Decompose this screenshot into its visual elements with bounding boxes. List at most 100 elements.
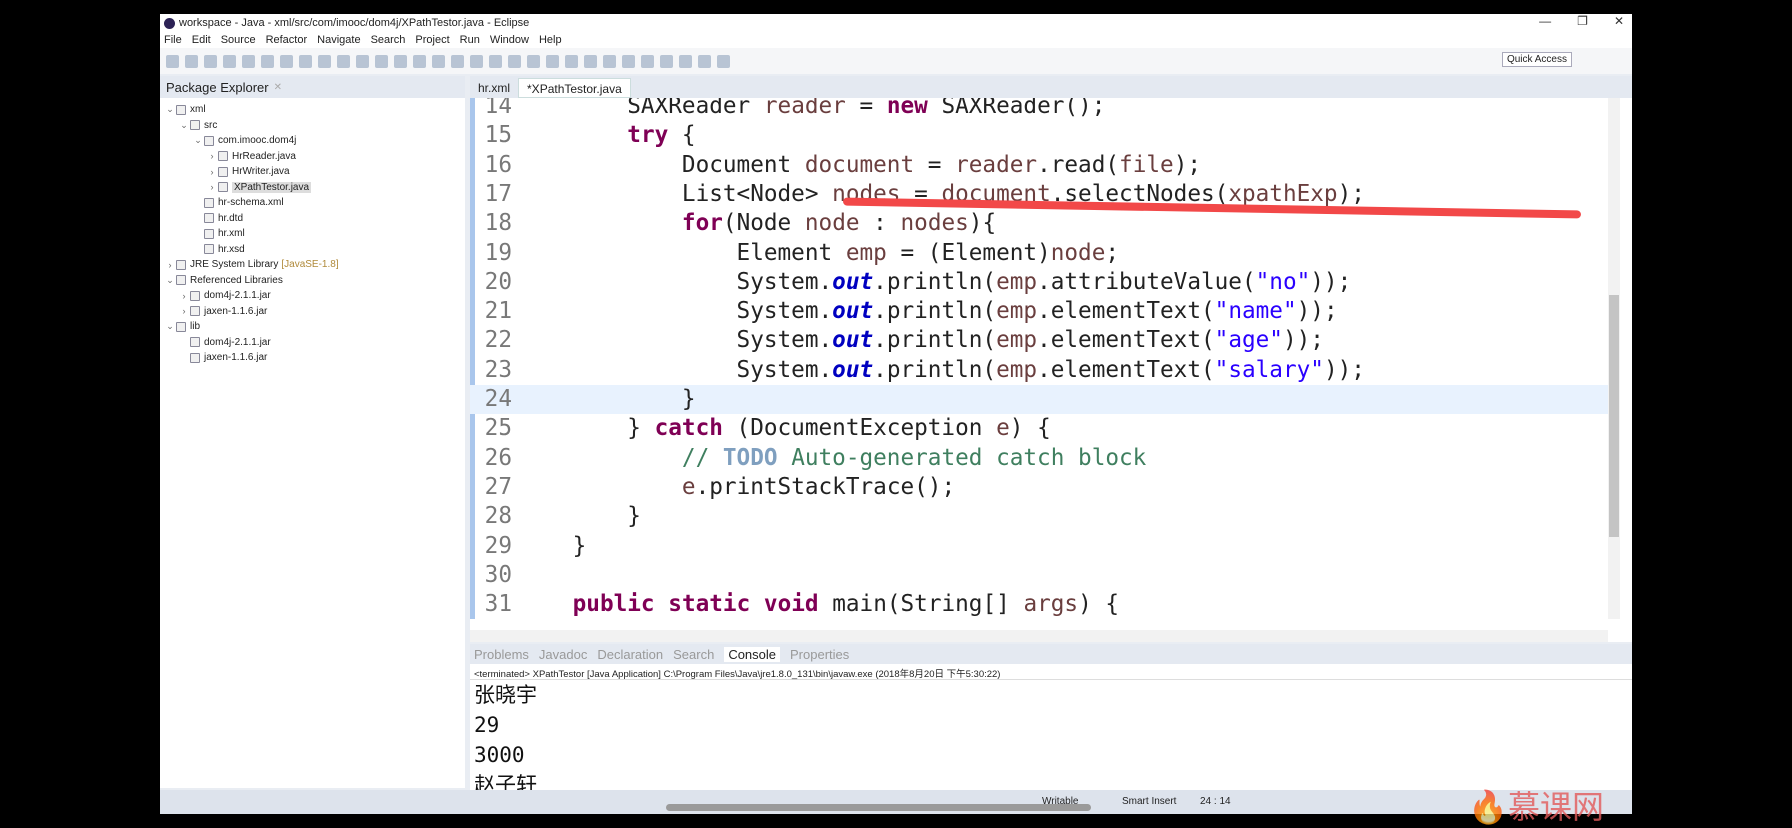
code-token: "no": [1255, 268, 1311, 295]
twisty-icon[interactable]: ›: [178, 306, 190, 316]
tab-search[interactable]: Search: [673, 647, 714, 662]
line-number: 20: [484, 268, 512, 295]
tree-item[interactable]: ⌄ lib: [160, 319, 465, 335]
vertical-scrollbar[interactable]: [1608, 98, 1620, 619]
toolbar-button-icon[interactable]: [166, 54, 179, 68]
toolbar-button-icon[interactable]: [641, 54, 654, 68]
quick-access-input[interactable]: Quick Access: [1501, 52, 1572, 67]
tab-problems[interactable]: Problems: [474, 647, 529, 662]
toolbar-button-icon[interactable]: [565, 54, 578, 68]
tree-item[interactable]: hr-schema.xml: [160, 195, 465, 211]
twisty-icon[interactable]: ›: [206, 151, 218, 161]
package-explorer-title[interactable]: Package Explorer: [166, 80, 269, 95]
toolbar-button-icon[interactable]: [660, 54, 673, 68]
video-scrubber[interactable]: [666, 804, 1091, 811]
tree-item[interactable]: › XPathTestor.java: [160, 180, 465, 196]
toolbar-button-icon[interactable]: [375, 54, 388, 68]
close-button[interactable]: ✕: [1614, 14, 1624, 28]
console-panel: Problems Javadoc Declaration Search Console P…: [470, 644, 1632, 797]
folder-icon: [176, 321, 186, 332]
twisty-icon[interactable]: ⌄: [164, 104, 176, 115]
toolbar-button-icon[interactable]: [223, 54, 236, 68]
tree-item[interactable]: jaxen-1.1.6.jar: [160, 350, 465, 366]
toolbar-button-icon[interactable]: [508, 54, 521, 68]
tree-item[interactable]: › jaxen-1.1.6.jar: [160, 304, 465, 320]
menu-edit[interactable]: Edit: [192, 34, 211, 46]
toolbar-button-icon[interactable]: [261, 54, 274, 68]
toolbar-button-icon[interactable]: [470, 54, 483, 68]
toolbar-button-icon[interactable]: [622, 54, 635, 68]
toolbar-button-icon[interactable]: [527, 54, 540, 68]
toolbar-button-icon[interactable]: [603, 54, 616, 68]
code-token: document: [804, 151, 915, 178]
toolbar-button-icon[interactable]: [584, 54, 597, 68]
code-text: System.out.println(emp.elementText("sala…: [518, 356, 1365, 385]
tree-item[interactable]: hr.dtd: [160, 211, 465, 227]
tree-item[interactable]: › HrReader.java: [160, 149, 465, 165]
toolbar-button-icon[interactable]: [451, 54, 464, 68]
scrollbar-thumb[interactable]: [1609, 295, 1619, 537]
xsd-file-icon: [204, 244, 214, 255]
twisty-icon[interactable]: ›: [164, 260, 176, 270]
tree-item[interactable]: › dom4j-2.1.1.jar: [160, 288, 465, 304]
toolbar-button-icon[interactable]: [185, 54, 198, 68]
toolbar-button-icon[interactable]: [546, 54, 559, 68]
menu-window[interactable]: Window: [490, 34, 529, 46]
menu-run[interactable]: Run: [460, 34, 480, 46]
toolbar-button-icon[interactable]: [394, 54, 407, 68]
code-token: node: [1050, 239, 1106, 266]
toolbar-button-icon[interactable]: [432, 54, 445, 68]
tab-console[interactable]: Console: [724, 646, 781, 662]
toolbar-button-icon[interactable]: [280, 54, 293, 68]
toolbar-button-icon[interactable]: [337, 54, 350, 68]
toolbar-button-icon[interactable]: [242, 54, 255, 68]
menu-project[interactable]: Project: [415, 34, 449, 46]
code-token: (DocumentException: [722, 415, 997, 442]
tree-item[interactable]: › JRE System Library [JavaSE-1.8]: [160, 257, 465, 273]
twisty-icon[interactable]: ›: [206, 182, 218, 192]
menu-source[interactable]: Source: [221, 34, 256, 46]
twisty-icon[interactable]: ⌄: [178, 120, 190, 131]
tab-javadoc[interactable]: Javadoc: [539, 647, 587, 662]
toolbar-button-icon[interactable]: [489, 54, 502, 68]
twisty-icon[interactable]: ⌄: [164, 321, 176, 332]
twisty-icon[interactable]: ⌄: [164, 275, 176, 286]
toolbar-button-icon[interactable]: [299, 54, 312, 68]
menu-search[interactable]: Search: [371, 34, 406, 46]
tree-item[interactable]: dom4j-2.1.1.jar: [160, 335, 465, 351]
menu-file[interactable]: File: [164, 34, 182, 46]
line-number: 15: [484, 122, 512, 149]
tab-properties[interactable]: Properties: [790, 647, 849, 662]
editor-tab[interactable]: *XPathTestor.java: [518, 78, 631, 98]
twisty-icon[interactable]: ⌄: [192, 135, 204, 146]
menu-help[interactable]: Help: [539, 34, 562, 46]
toolbar-button-icon[interactable]: [698, 54, 711, 68]
tree-item[interactable]: ⌄ Referenced Libraries: [160, 273, 465, 289]
toolbar-button-icon[interactable]: [318, 54, 331, 68]
tree-item[interactable]: ⌄ xml: [160, 102, 465, 118]
twisty-icon[interactable]: ›: [206, 167, 218, 177]
code-text: System.out.println(emp.attributeValue("n…: [518, 268, 1352, 297]
toolbar-button-icon[interactable]: [356, 54, 369, 68]
code-token: );: [1173, 151, 1202, 178]
tree-item[interactable]: ⌄ com.imooc.dom4j: [160, 133, 465, 149]
horizontal-scrollbar[interactable]: [470, 630, 1608, 642]
editor-tab[interactable]: hr.xml: [470, 78, 518, 98]
tree-item[interactable]: › HrWriter.java: [160, 164, 465, 180]
tree-item[interactable]: hr.xsd: [160, 242, 465, 258]
close-view-icon[interactable]: ✕: [274, 82, 282, 93]
toolbar-button-icon[interactable]: [679, 54, 692, 68]
minimize-button[interactable]: —: [1539, 14, 1551, 28]
menu-navigate[interactable]: Navigate: [317, 34, 360, 46]
twisty-icon[interactable]: ›: [178, 291, 190, 301]
code-editor[interactable]: hr.xml *XPathTestor.java 14 SAXReader rea…: [470, 76, 1632, 642]
tree-item[interactable]: hr.xml: [160, 226, 465, 242]
tree-item[interactable]: ⌄ src: [160, 118, 465, 134]
menu-refactor[interactable]: Refactor: [266, 34, 308, 46]
maximize-button[interactable]: ❐: [1577, 14, 1588, 28]
toolbar-button-icon[interactable]: [204, 54, 217, 68]
toolbar-button-icon[interactable]: [413, 54, 426, 68]
toolbar-button-icon[interactable]: [717, 54, 730, 68]
tab-declaration[interactable]: Declaration: [597, 647, 663, 662]
